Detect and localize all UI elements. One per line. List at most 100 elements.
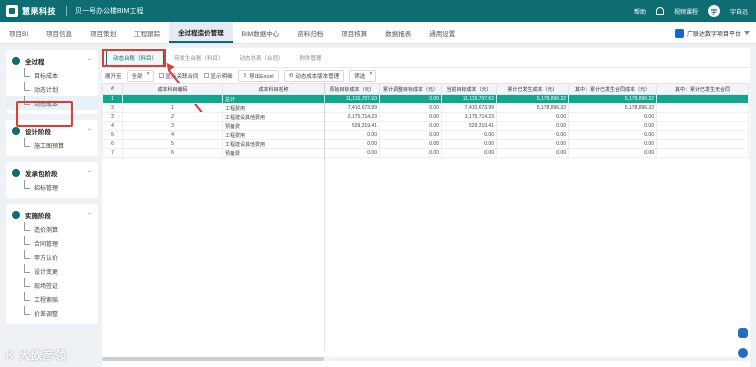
incurred-cost: 0.00 xyxy=(496,130,569,140)
row-number: 2 xyxy=(102,103,123,113)
incurred-cost: 0.00 xyxy=(496,112,569,122)
incurred-cost: 5,178,896.32 xyxy=(496,103,569,113)
adjusted-target-cost: 0.00 xyxy=(379,112,442,122)
top-bar: 慧果科技 贝一号办公楼BIM工程 帮助 视频课程 宇 宇自远 xyxy=(0,0,756,22)
video-course-link[interactable]: 视频课程 xyxy=(674,7,698,16)
expand-level-select[interactable]: 全部 xyxy=(126,69,154,82)
tab-attachments[interactable]: 附件管理 xyxy=(294,51,328,65)
export-icon: ⇪ xyxy=(242,72,248,79)
fixed-column-shadow xyxy=(324,83,326,351)
table-row[interactable]: 6 5 工程建设其他费用 0.00 0.00 0.00 0.00 0.00 xyxy=(102,139,749,149)
show-detail-checkbox[interactable]: 显示明细 xyxy=(203,72,233,80)
sidebar-item-claim[interactable]: 工程索赔 xyxy=(6,292,98,306)
nav-item-archive[interactable]: 资料归档 xyxy=(288,22,332,43)
table-row[interactable]: 4 3 预备费 529,319.41 0.00 529,319.41 0.00 … xyxy=(102,121,749,131)
sidebar-group-header[interactable]: 发承包阶段 ⌃ xyxy=(6,166,98,180)
column-header[interactable]: 成本科目编码 xyxy=(122,83,223,95)
table-row[interactable]: 5 4 工程费用 0.00 0.00 0.00 0.00 0.00 xyxy=(102,130,749,140)
table-row[interactable]: 1 总计 11,115,707.63 0.00 11,115,707.63 5,… xyxy=(102,94,749,104)
horizontal-scrollbar[interactable] xyxy=(102,357,750,361)
highlight-box xyxy=(102,49,166,67)
cost-code: 5 xyxy=(122,139,223,149)
sidebar-item-price-adjust[interactable]: 价差调整 xyxy=(6,306,98,320)
incurred-noncontract-cost xyxy=(656,148,749,158)
table-header-row: # 成本科目编码 成本科目名称 原始目标成本（元） 累计调整目标成本（元） 当前… xyxy=(102,83,749,95)
nav-item-settings[interactable]: 通用设置 xyxy=(420,22,464,43)
column-header[interactable]: 成本科目名称 xyxy=(222,83,325,95)
logo-icon xyxy=(6,5,18,17)
sub-tabs: 动态台账（科目） 待发生台账（科目） 动态总表（合同） 附件管理 xyxy=(102,48,750,68)
column-header[interactable]: 当前目标成本（元） xyxy=(441,83,497,95)
toolbar: 展开至 全部 显示关联合同 显示明细 ⇪导出Excel ⟲动态成本版本管理 筛选 xyxy=(102,68,750,83)
sidebar-item-dynamic-plan[interactable]: 动态计划 xyxy=(6,82,98,96)
sidebar-item-tender[interactable]: 招标管理 xyxy=(6,180,98,194)
incurred-noncontract-cost xyxy=(656,103,749,113)
cost-name: 工程建设其他费用 xyxy=(222,139,325,149)
table-row[interactable]: 2 1 工程费用 7,410,673.99 0.00 7,410,673.99 … xyxy=(102,103,749,113)
nav-item-reports[interactable]: 数据报表 xyxy=(376,22,420,43)
chevron-up-icon: ⌃ xyxy=(86,128,92,135)
logo[interactable]: 慧果科技 xyxy=(0,5,56,17)
cost-code: 3 xyxy=(122,121,223,131)
sidebar-item-site-visa[interactable]: 现场签证 xyxy=(6,278,98,292)
row-number: 1 xyxy=(102,94,123,104)
sidebar-group-title: 发承包阶段 xyxy=(25,171,58,178)
help-link[interactable]: 帮助 xyxy=(634,7,646,16)
tab-dynamic-summary[interactable]: 动态总表（合同） xyxy=(234,51,290,65)
help-float-icon[interactable] xyxy=(738,348,748,358)
tab-pending-ledger[interactable]: 待发生台账（科目） xyxy=(168,51,230,65)
main-panel: 动态台账（科目） 待发生台账（科目） 动态总表（合同） 附件管理 展开至 全部 … xyxy=(102,48,750,367)
incurred-cost: 5,178,896.32 xyxy=(496,94,569,104)
cost-name: 工程费用 xyxy=(222,130,325,140)
nav-item-cost[interactable]: 全过程造价管理 xyxy=(169,22,233,43)
original-target-cost: 0.00 xyxy=(324,148,380,158)
column-header[interactable]: 其中：累计已发生合同成本（元） xyxy=(568,83,657,95)
brand-name: 慧果科技 xyxy=(22,6,56,16)
nav-item-bi[interactable]: 项目BI xyxy=(0,22,37,43)
column-header[interactable]: 累计调整目标成本（元） xyxy=(379,83,442,95)
current-target-cost: 0.00 xyxy=(441,130,497,140)
column-header[interactable]: 其中：累计已发生无合同 xyxy=(656,83,749,95)
table-row[interactable]: 7 6 预备费 0.00 0.00 0.00 0.00 0.00 xyxy=(102,148,749,158)
adjusted-target-cost: 0.00 xyxy=(379,94,442,104)
nav-item-plan[interactable]: 项目策划 xyxy=(81,22,125,43)
project-name[interactable]: 贝一号办公楼BIM工程 xyxy=(66,6,143,16)
version-manage-label: 动态成本版本管理 xyxy=(295,73,340,80)
sidebar-group-header[interactable]: 全过程 ⌃ xyxy=(6,54,98,68)
sidebar-group-title: 设计阶段 xyxy=(25,129,51,136)
avatar[interactable]: 宇 xyxy=(707,5,720,17)
sidebar-item-cost-estimate[interactable]: 造价测算 xyxy=(6,222,98,236)
original-target-cost: 0.00 xyxy=(324,130,380,140)
show-contract-checkbox[interactable]: 显示关联合同 xyxy=(158,72,199,80)
version-manage-button[interactable]: ⟲ 动态成本版本管理 xyxy=(283,69,345,82)
scrollbar-thumb[interactable] xyxy=(102,357,324,361)
cost-table: # 成本科目编码 成本科目名称 原始目标成本（元） 累计调整目标成本（元） 当前… xyxy=(102,83,749,158)
export-excel-button[interactable]: ⇪ 导出Excel xyxy=(237,69,279,82)
bell-icon[interactable] xyxy=(655,7,664,15)
column-header[interactable]: 累计已发生成本（元） xyxy=(496,83,569,95)
sidebar-item-design-change[interactable]: 设计变更 xyxy=(6,264,98,278)
nav-item-accounting[interactable]: 项目核算 xyxy=(332,22,376,43)
nav-item-track[interactable]: 工程跟踪 xyxy=(125,22,169,43)
original-target-cost: 11,115,707.63 xyxy=(324,94,380,104)
column-header[interactable]: # xyxy=(102,83,123,95)
table-row[interactable]: 3 2 工程建设其他费用 3,175,714.23 0.00 3,175,714… xyxy=(102,112,749,122)
filter-select[interactable]: 筛选 xyxy=(349,69,377,82)
sidebar-item-target-cost[interactable]: 目标成本 xyxy=(6,68,98,82)
sidebar-group-header[interactable]: 实施阶段 ⌃ xyxy=(6,208,98,222)
sidebar-item-contract[interactable]: 合同管理 xyxy=(6,236,98,250)
user-name[interactable]: 宇自远 xyxy=(730,7,748,16)
sidebar-group-title: 全过程 xyxy=(25,59,45,66)
incurred-contract-cost: 0.00 xyxy=(568,121,657,131)
adjusted-target-cost: 0.00 xyxy=(379,130,442,140)
incurred-contract-cost: 0.00 xyxy=(568,130,657,140)
adjusted-target-cost: 0.00 xyxy=(379,121,442,131)
platform-switcher[interactable]: 广联达数字项目平台 xyxy=(674,22,750,44)
cost-code: 1 xyxy=(122,103,223,113)
chat-icon[interactable] xyxy=(738,328,748,338)
sidebar-item-construction-budget[interactable]: 施工图预算 xyxy=(6,138,98,152)
nav-item-info[interactable]: 项目信息 xyxy=(37,22,81,43)
column-header[interactable]: 原始目标成本（元） xyxy=(324,83,380,95)
nav-item-bim[interactable]: BIM数据中心 xyxy=(233,22,289,43)
sidebar-item-owner-price[interactable]: 甲方认价 xyxy=(6,250,98,264)
